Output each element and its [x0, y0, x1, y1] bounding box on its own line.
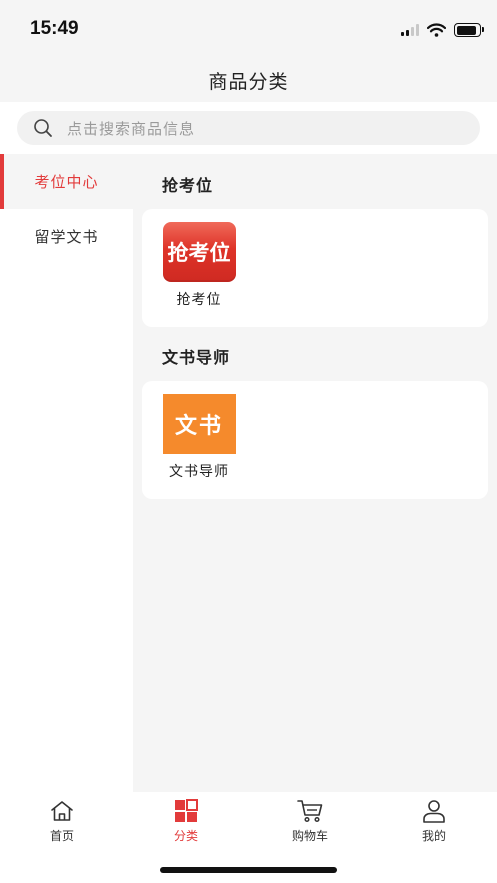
- product-label: 抢考位: [176, 292, 222, 308]
- search-placeholder: 点击搜索商品信息: [67, 119, 196, 138]
- wifi-icon: [427, 23, 446, 37]
- product-thumbnail: 文书: [162, 394, 236, 454]
- sidebar-item-label: 留学文书: [34, 228, 99, 246]
- product-card: 文书 文书导师: [142, 381, 488, 499]
- home-icon: [49, 798, 75, 824]
- sidebar-item-study-abroad-docs[interactable]: 留学文书: [0, 209, 133, 264]
- battery-level: [456, 25, 477, 35]
- sidebar-item-label: 考位中心: [34, 173, 99, 191]
- home-indicator[interactable]: [160, 867, 337, 873]
- tab-cart[interactable]: 购物车: [270, 798, 350, 844]
- product-item-essay-tutor[interactable]: 文书 文书导师: [162, 394, 236, 481]
- search-input[interactable]: 点击搜索商品信息: [17, 111, 480, 145]
- status-bar: 15:49: [0, 0, 497, 58]
- tab-label: 首页: [49, 829, 74, 843]
- search-icon: [33, 118, 53, 138]
- category-icon: [173, 798, 199, 824]
- sidebar-item-exam-center[interactable]: 考位中心: [0, 154, 133, 209]
- profile-icon: [421, 798, 447, 824]
- nav-bar: 商品分类: [0, 58, 497, 102]
- section-title: 文书导师: [162, 348, 231, 367]
- tab-home[interactable]: 首页: [22, 798, 102, 844]
- status-time: 15:49: [30, 18, 79, 39]
- tab-bar: 首页 分类 购物车 我的: [0, 792, 497, 883]
- category-sidebar: 考位中心 留学文书: [0, 154, 133, 792]
- product-card: 抢考位 抢考位: [142, 209, 488, 327]
- status-icons: [401, 20, 484, 40]
- tab-profile[interactable]: 我的: [394, 798, 474, 844]
- product-item-grab-exam[interactable]: 抢考位 抢考位: [162, 222, 236, 309]
- battery-icon: [454, 23, 484, 37]
- category-content: 抢考位 抢考位 抢考位 文书导师 文书 文书导师: [133, 154, 497, 792]
- cellular-signal-icon: [401, 24, 419, 36]
- tab-category[interactable]: 分类: [146, 798, 226, 844]
- search-bar: 点击搜索商品信息: [0, 102, 497, 154]
- product-thumbnail: 抢考位: [162, 222, 236, 282]
- page-title: 商品分类: [208, 70, 289, 93]
- product-label: 文书导师: [169, 464, 229, 480]
- section-title: 抢考位: [162, 176, 214, 195]
- cart-icon: [297, 798, 323, 824]
- tab-label: 我的: [421, 829, 446, 843]
- tab-label: 购物车: [291, 829, 328, 843]
- tab-label: 分类: [173, 829, 198, 843]
